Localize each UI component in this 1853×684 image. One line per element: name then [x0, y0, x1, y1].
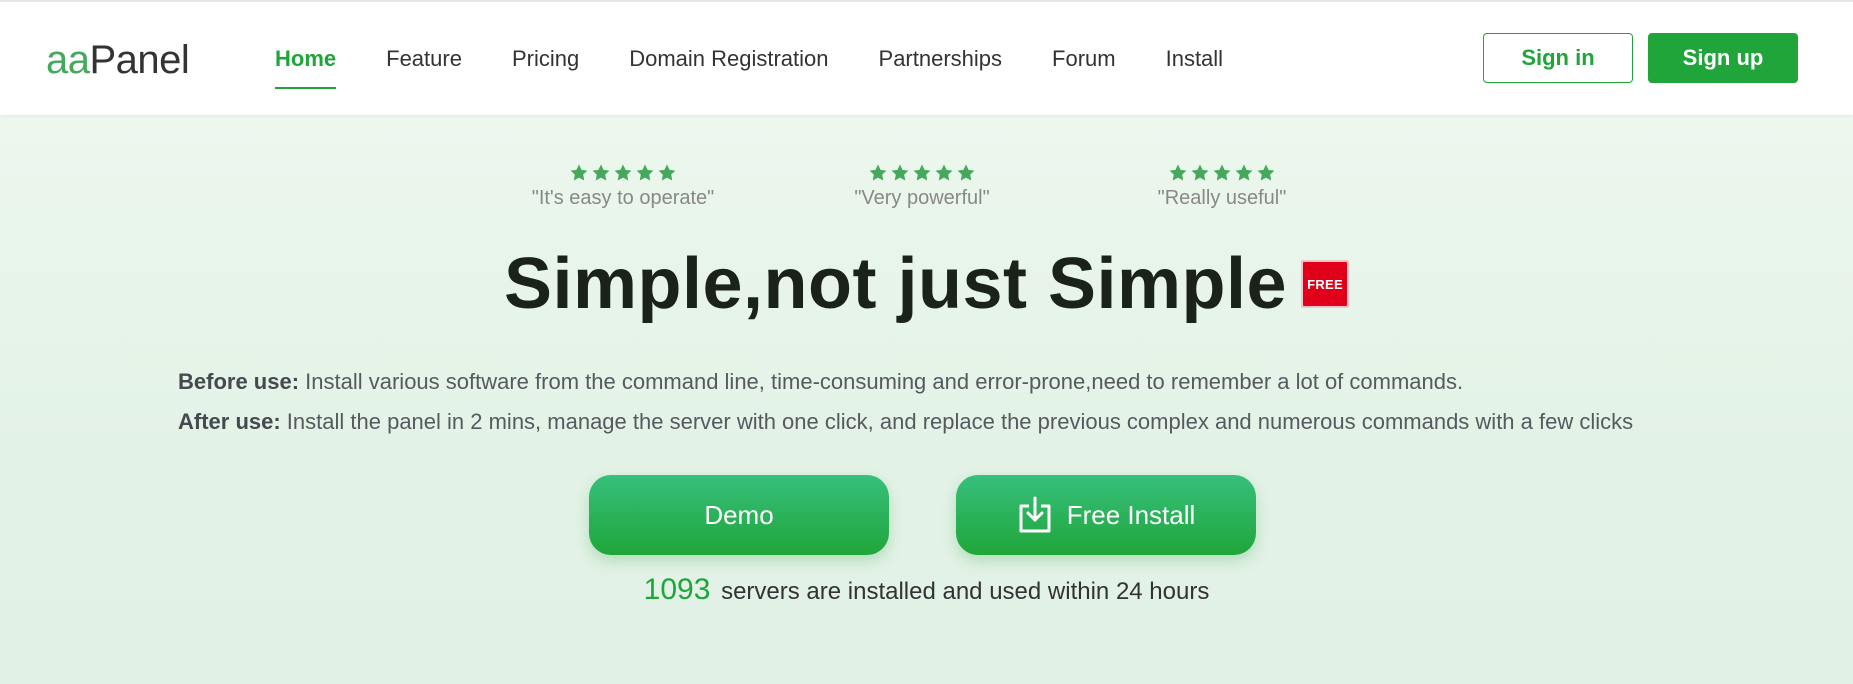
- free-install-button[interactable]: Free Install: [956, 475, 1256, 555]
- main-nav: Home Feature Pricing Domain Registration…: [275, 2, 1273, 115]
- free-badge: FREE: [1301, 260, 1350, 308]
- page-title: Simple,not just Simple FREE: [0, 243, 1853, 325]
- star-icon: [636, 164, 654, 181]
- star-icon: [957, 164, 975, 181]
- star-icon: [592, 164, 610, 181]
- after-use-line: After use: Install the panel in 2 mins, …: [178, 402, 1798, 442]
- review-quote: "Very powerful": [854, 187, 990, 209]
- star-icon: [891, 164, 909, 181]
- after-use-label: After use:: [178, 409, 281, 434]
- nav-install[interactable]: Install: [1166, 2, 1223, 115]
- after-use-text: Install the panel in 2 mins, manage the …: [280, 409, 1634, 434]
- sign-in-button[interactable]: Sign in: [1483, 33, 1633, 83]
- review-quote: "Really useful": [1157, 187, 1287, 209]
- nav-feature[interactable]: Feature: [386, 2, 462, 115]
- sign-up-button[interactable]: Sign up: [1648, 33, 1798, 83]
- free-install-label: Free Install: [1066, 499, 1196, 530]
- review-2: "Very powerful": [802, 163, 1042, 210]
- star-rating: [503, 163, 743, 183]
- star-rating: [802, 163, 1042, 183]
- star-icon: [869, 164, 887, 181]
- star-icon: [614, 164, 632, 181]
- star-icon: [570, 164, 588, 181]
- hero-section: "It's easy to operate" "Very powerful" "…: [0, 115, 1853, 684]
- review-quote: "It's easy to operate": [531, 187, 715, 209]
- nav-domain-registration[interactable]: Domain Registration: [629, 2, 828, 115]
- star-icon: [913, 164, 931, 181]
- logo-text-aa: aa: [46, 38, 90, 82]
- demo-button[interactable]: Demo: [589, 475, 889, 555]
- star-icon: [935, 164, 953, 181]
- aapanel-logo[interactable]: aaPanel: [46, 36, 190, 84]
- star-icon: [1235, 164, 1253, 181]
- server-count-text: servers are installed and used within 24…: [721, 578, 1210, 605]
- before-use-label: Before use:: [178, 369, 300, 394]
- before-use-text: Install various software from the comman…: [299, 369, 1464, 394]
- star-icon: [1257, 164, 1275, 181]
- before-use-line: Before use: Install various software fro…: [178, 362, 1798, 402]
- review-1: "It's easy to operate": [503, 163, 743, 210]
- star-rating: [1102, 163, 1342, 183]
- nav-home[interactable]: Home: [275, 2, 337, 115]
- download-icon: [1019, 496, 1051, 533]
- nav-pricing[interactable]: Pricing: [512, 2, 579, 115]
- demo-button-label: Demo: [704, 499, 774, 530]
- site-header: aaPanel Home Feature Pricing Domain Regi…: [0, 2, 1853, 115]
- install-stat: 1093 servers are installed and used with…: [0, 573, 1853, 607]
- headline-text: Simple,not just Simple: [503, 244, 1288, 324]
- server-count: 1093: [643, 573, 711, 606]
- nav-forum[interactable]: Forum: [1052, 2, 1116, 115]
- review-3: "Really useful": [1102, 163, 1342, 210]
- star-icon: [1191, 164, 1209, 181]
- logo-text-panel: Panel: [89, 38, 190, 82]
- star-icon: [658, 164, 676, 181]
- star-icon: [1169, 164, 1187, 181]
- description: Before use: Install various software fro…: [178, 362, 1798, 442]
- nav-partnerships[interactable]: Partnerships: [879, 2, 1003, 115]
- star-icon: [1213, 164, 1231, 181]
